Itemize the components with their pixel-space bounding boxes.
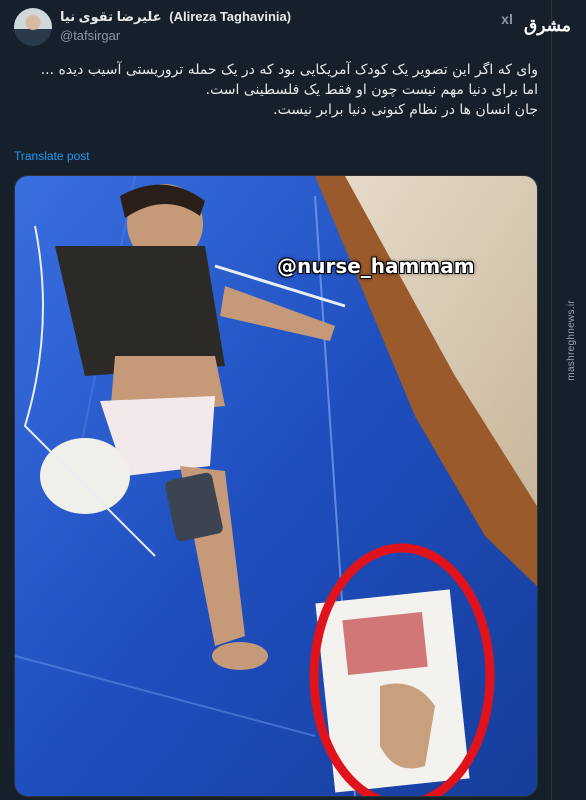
author-name-fa: علیرضا تقوی نیا [60,9,162,24]
post-line-2: اما برای دنیا مهم نیست چون او فقط یک فلس… [205,82,538,98]
translate-post-link[interactable]: Translate post [14,149,90,163]
author-handle[interactable]: @tafsirgar [60,28,120,43]
image-watermark-handle: @nurse_hammam [277,254,475,278]
post-line-3: جان انسان ها در نظام کنونی دنیا برابر نی… [273,102,538,118]
mashregh-logo: مشرق [524,16,571,36]
grok-icon[interactable]: x͏l [498,10,516,28]
site-watermark: mashreghnews.ir [566,300,577,381]
author-name-en: (Alireza Taghavinia) [169,9,292,24]
post-header: علیرضا تقوی نیا (Alireza Taghavinia) @ta… [14,6,571,50]
post-text: وای که اگر این تصویر یک کودک آمریکایی بو… [14,60,538,120]
post-image[interactable]: @nurse_hammam [14,175,538,797]
side-rail: mashreghnews.ir [551,0,586,800]
author-avatar[interactable] [14,8,52,46]
post-line-1: وای که اگر این تصویر یک کودک آمریکایی بو… [40,62,538,78]
author-name[interactable]: علیرضا تقوی نیا (Alireza Taghavinia) [60,9,291,25]
